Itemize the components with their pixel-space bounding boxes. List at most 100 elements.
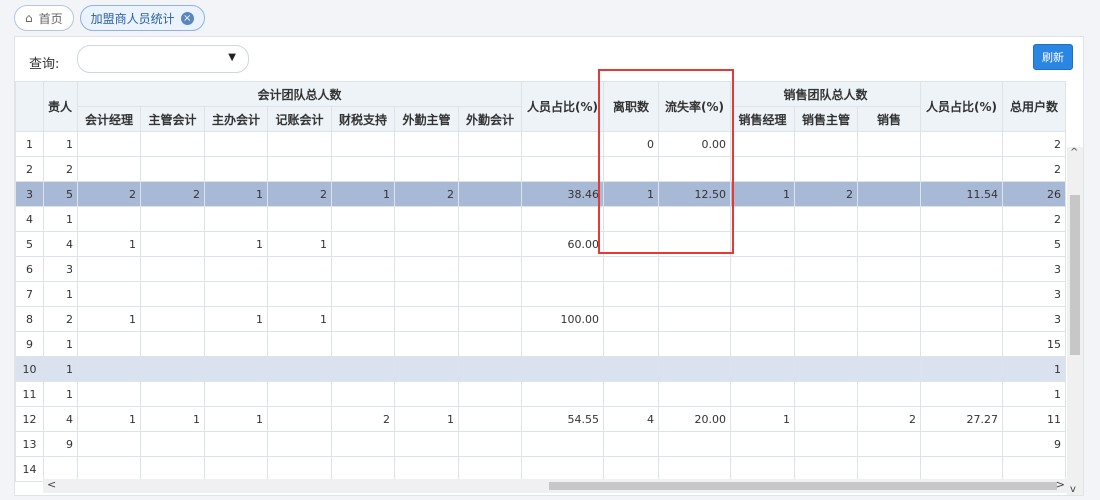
table-cell[interactable]: 1 [43,356,78,382]
table-cell[interactable]: 1 [267,306,332,332]
table-cell[interactable] [658,431,731,457]
table-cell[interactable] [658,306,731,332]
table-cell[interactable] [794,431,858,457]
table-cell[interactable] [204,331,268,357]
table-cell[interactable]: 26 [1002,181,1066,207]
table-cell[interactable]: 2 [857,406,921,432]
table-cell[interactable] [857,281,921,307]
table-cell[interactable] [331,331,395,357]
table-cell[interactable] [920,431,1003,457]
table-cell[interactable] [458,206,522,232]
table-cell[interactable]: 1 [204,306,268,332]
table-cell[interactable] [331,231,395,257]
table-cell[interactable] [140,431,205,457]
table-cell[interactable] [730,431,795,457]
table-cell[interactable] [267,406,332,432]
table-cell[interactable] [458,281,522,307]
table-cell[interactable] [857,156,921,182]
table-cell[interactable] [394,231,459,257]
table-cell[interactable] [658,356,731,382]
table-cell[interactable] [331,381,395,407]
table-cell[interactable]: 1 [730,181,795,207]
table-cell[interactable] [77,356,141,382]
table-cell[interactable] [204,381,268,407]
table-cell[interactable]: 1 [204,181,268,207]
table-cell[interactable] [140,381,205,407]
table-row[interactable]: 3 5 2 2 1 2 1 2 38.46 1 12.50 1 2 11.54 26 [15,181,1066,207]
table-cell[interactable]: 1 [204,406,268,432]
table-cell[interactable] [521,131,604,157]
table-cell[interactable] [730,131,795,157]
table-cell[interactable] [458,381,522,407]
table-cell[interactable] [730,356,795,382]
table-cell[interactable] [331,431,395,457]
table-cell[interactable] [794,356,858,382]
table-cell[interactable]: 9 [1002,431,1066,457]
table-cell[interactable] [267,206,332,232]
table-cell[interactable]: 54.55 [521,406,604,432]
table-cell[interactable]: 1 [43,131,78,157]
table-cell[interactable]: 11 [1002,406,1066,432]
table-cell[interactable] [794,331,858,357]
table-cell[interactable] [730,156,795,182]
table-cell[interactable] [603,256,659,282]
table-cell[interactable] [920,131,1003,157]
table-cell[interactable] [521,356,604,382]
table-cell[interactable] [458,256,522,282]
table-cell[interactable] [857,206,921,232]
table-cell[interactable] [331,281,395,307]
table-cell[interactable] [458,306,522,332]
table-cell[interactable]: 2 [331,406,395,432]
table-cell[interactable]: 1 [204,231,268,257]
table-cell[interactable] [394,331,459,357]
table-cell[interactable]: 1 [77,306,141,332]
table-cell[interactable] [140,456,205,482]
table-cell[interactable]: 1 [394,406,459,432]
table-cell[interactable] [458,356,522,382]
table-cell[interactable] [857,256,921,282]
table-cell[interactable] [77,331,141,357]
table-cell[interactable]: 5 [43,181,78,207]
table-cell[interactable] [77,256,141,282]
table-cell[interactable] [267,256,332,282]
table-cell[interactable] [857,231,921,257]
query-select[interactable]: ▼ [77,45,249,73]
table-row[interactable]: 11 1 1 [15,381,1066,407]
table-cell[interactable] [77,156,141,182]
table-cell[interactable] [204,356,268,382]
table-cell[interactable]: 1 [43,381,78,407]
table-cell[interactable] [730,281,795,307]
table-cell[interactable]: 11.54 [920,181,1003,207]
table-cell[interactable]: 5 [1002,231,1066,257]
table-cell[interactable] [331,306,395,332]
table-cell[interactable] [521,431,604,457]
table-cell[interactable] [521,256,604,282]
table-row[interactable]: 1 1 0 0.00 2 [15,131,1066,157]
table-cell[interactable]: 27.27 [920,406,1003,432]
table-cell[interactable] [730,306,795,332]
table-cell[interactable]: 100.00 [521,306,604,332]
table-cell[interactable] [857,356,921,382]
table-cell[interactable]: 2 [140,181,205,207]
table-row[interactable]: 5 4 1 1 1 60.00 5 [15,231,1066,257]
table-cell[interactable] [794,256,858,282]
table-cell[interactable]: 1 [1002,356,1066,382]
table-cell[interactable] [394,281,459,307]
table-cell[interactable] [603,356,659,382]
table-cell[interactable] [140,256,205,282]
table-cell[interactable] [140,306,205,332]
table-cell[interactable] [267,356,332,382]
table-cell[interactable]: 2 [1002,156,1066,182]
table-row[interactable]: 9 1 15 [15,331,1066,357]
table-cell[interactable] [394,431,459,457]
table-cell[interactable] [267,156,332,182]
table-cell[interactable]: 2 [394,181,459,207]
table-cell[interactable] [267,281,332,307]
table-cell[interactable] [730,381,795,407]
table-cell[interactable]: 2 [1002,206,1066,232]
horizontal-scroll-thumb[interactable] [549,482,1057,490]
table-cell[interactable] [603,306,659,332]
table-cell[interactable]: 9 [43,431,78,457]
table-cell[interactable] [140,356,205,382]
table-cell[interactable]: 38.46 [521,181,604,207]
